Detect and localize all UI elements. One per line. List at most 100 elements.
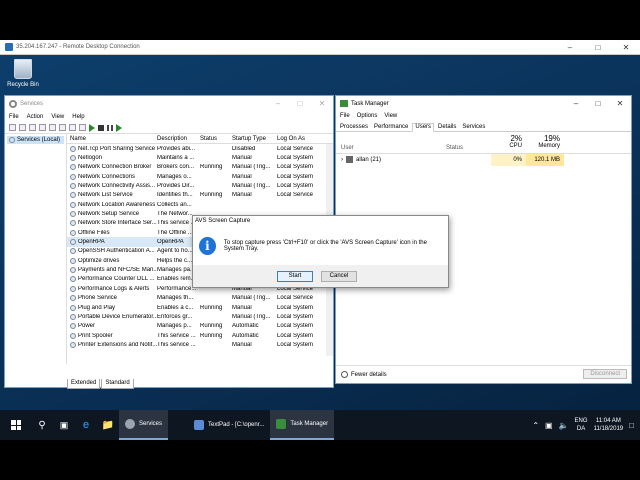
services-list-header: Name Description Status Startup Type Log… <box>67 134 333 144</box>
forward-icon[interactable] <box>19 124 26 131</box>
tm-menu-file[interactable]: File <box>340 113 350 119</box>
cell-startup-type: Manual (Trig... <box>232 183 271 190</box>
help-icon[interactable] <box>69 124 76 131</box>
table-row[interactable]: Printer Extensions and Notif... This serv… <box>67 340 333 349</box>
windows-start-icon[interactable] <box>11 420 21 430</box>
tm-menu-options[interactable]: Options <box>357 113 378 119</box>
gear-icon <box>70 295 76 302</box>
cell-log-on-as: Local System <box>277 155 314 162</box>
start-button[interactable]: Start <box>277 270 313 282</box>
cell-status: Running <box>200 304 223 311</box>
header-cpu[interactable]: 2% CPU <box>491 132 526 154</box>
table-row[interactable]: Network Connections Manages o... Manual Loc… <box>67 172 333 181</box>
volume-icon[interactable]: 🔈 <box>559 421 569 430</box>
menu-view[interactable]: View <box>51 114 64 120</box>
table-row[interactable]: Network List Service Identifies th... Runn… <box>67 191 333 200</box>
refresh-icon[interactable] <box>49 124 56 131</box>
chevron-up-icon[interactable]: ⌃ <box>532 421 539 430</box>
cancel-button[interactable]: Cancel <box>321 270 357 282</box>
clock[interactable]: 11:04 AM 11/18/2019 <box>594 417 624 433</box>
table-row[interactable]: Print Spooler This service ... Running Auto… <box>67 331 333 340</box>
gear-icon <box>70 304 76 311</box>
language-indicator[interactable]: ENG DA <box>575 417 588 433</box>
menu-action[interactable]: Action <box>27 114 44 120</box>
search-icon[interactable]: ⚲ <box>31 410 53 440</box>
tab-processes[interactable]: Processes <box>338 124 370 131</box>
cell-name-text: OpenSSH Authentication A... <box>78 248 155 255</box>
header-status[interactable]: Status <box>446 145 463 151</box>
tab-services[interactable]: Services <box>460 124 487 131</box>
gear-icon <box>70 332 76 339</box>
network-icon[interactable]: ▣ <box>545 421 553 430</box>
table-row[interactable]: Phone Service Manages th... Manual (Trig..… <box>67 294 333 303</box>
edge-icon[interactable]: e <box>75 410 97 440</box>
menu-help[interactable]: Help <box>72 114 84 120</box>
gear-icon <box>9 99 17 108</box>
table-row[interactable]: Portable Device Enumerator... Enforces gr… <box>67 312 333 321</box>
tab-standard[interactable]: Standard <box>101 379 134 389</box>
console-tree-icon[interactable] <box>29 124 36 131</box>
notifications-icon[interactable]: □ <box>629 421 634 430</box>
table-row[interactable]: Network Connection Broker Brokers con... R… <box>67 163 333 172</box>
minimize-button[interactable]: – <box>556 40 584 54</box>
services-maximize-button[interactable]: □ <box>289 96 311 111</box>
table-row[interactable]: Power Manages p... Running Automatic Local S… <box>67 322 333 331</box>
tab-extended[interactable]: Extended <box>67 379 101 389</box>
properties-icon[interactable] <box>79 124 86 131</box>
recycle-bin[interactable]: Recycle Bin <box>6 59 40 88</box>
tab-users[interactable]: Users <box>412 123 435 132</box>
tab-details[interactable]: Details <box>436 124 458 131</box>
start-service-icon[interactable] <box>89 123 95 132</box>
cell-name: Portable Device Enumerator... <box>67 313 157 320</box>
header-startup-type[interactable]: Startup Type <box>232 136 277 142</box>
header-status[interactable]: Status <box>200 136 232 142</box>
tm-minimize-button[interactable]: – <box>565 96 587 111</box>
gear-icon <box>70 267 76 274</box>
close-button[interactable]: ✕ <box>612 40 640 54</box>
lang-bottom: DA <box>576 426 586 432</box>
cell-description: Enforces gr... <box>157 313 193 320</box>
list-icon[interactable] <box>39 124 46 131</box>
table-row[interactable]: Network Connectivity Assis... Provides Di… <box>67 181 333 190</box>
gear-icon <box>70 183 76 190</box>
gear-icon <box>70 145 76 152</box>
user-row[interactable]: › allan (21) 0% 120.1 MB <box>336 154 631 166</box>
chevron-up-icon[interactable] <box>341 371 348 378</box>
table-row[interactable]: Network Location Awareness Collects an... <box>67 200 333 209</box>
header-user[interactable]: User <box>341 145 354 151</box>
header-memory[interactable]: 19% Memory <box>526 132 564 154</box>
task-view-icon[interactable]: ▣ <box>53 410 75 440</box>
export-icon[interactable] <box>59 124 66 131</box>
table-row[interactable]: Netlogon Maintains a ... Manual Local Syste… <box>67 153 333 162</box>
stop-service-icon[interactable] <box>98 124 104 131</box>
cell-name-text: Network Setup Service <box>78 211 140 218</box>
services-title: Services <box>20 100 44 107</box>
tm-tabs: Processes Performance Users Details Serv… <box>336 121 631 132</box>
header-name[interactable]: Name <box>67 136 157 142</box>
taskbar-task-manager[interactable]: Task Manager <box>270 410 335 440</box>
tree-node-services-local[interactable]: Services (Local) <box>7 136 64 144</box>
taskbar-services[interactable]: Services <box>119 410 169 440</box>
tm-close-button[interactable]: ✕ <box>609 96 631 111</box>
pause-service-icon[interactable] <box>107 124 113 131</box>
header-description[interactable]: Description <box>157 136 200 142</box>
table-row[interactable]: Plug and Play Enables a c... Running Manual… <box>67 303 333 312</box>
menu-file[interactable]: File <box>9 114 19 120</box>
table-row[interactable]: Net.Tcp Port Sharing Service Provides abi… <box>67 144 333 153</box>
services-minimize-button[interactable]: – <box>267 96 289 111</box>
restart-service-icon[interactable] <box>116 123 122 132</box>
header-log-on-as[interactable]: Log On As <box>277 136 333 142</box>
fewer-details-link[interactable]: Fewer details <box>351 372 387 378</box>
taskbar-textpad[interactable]: TextPad - [C:\openr... <box>188 410 270 440</box>
user-avatar-icon <box>346 156 353 163</box>
tm-maximize-button[interactable]: □ <box>587 96 609 111</box>
services-close-button[interactable]: ✕ <box>311 96 333 111</box>
gear-icon <box>70 248 76 255</box>
maximize-button[interactable]: □ <box>584 40 612 54</box>
back-icon[interactable] <box>9 124 16 131</box>
tab-performance[interactable]: Performance <box>372 124 410 131</box>
file-explorer-icon[interactable]: 📁 <box>97 410 119 440</box>
disconnect-button[interactable]: Disconnect <box>583 369 627 379</box>
tm-menu-view[interactable]: View <box>384 113 397 119</box>
chevron-right-icon[interactable]: › <box>341 157 343 163</box>
